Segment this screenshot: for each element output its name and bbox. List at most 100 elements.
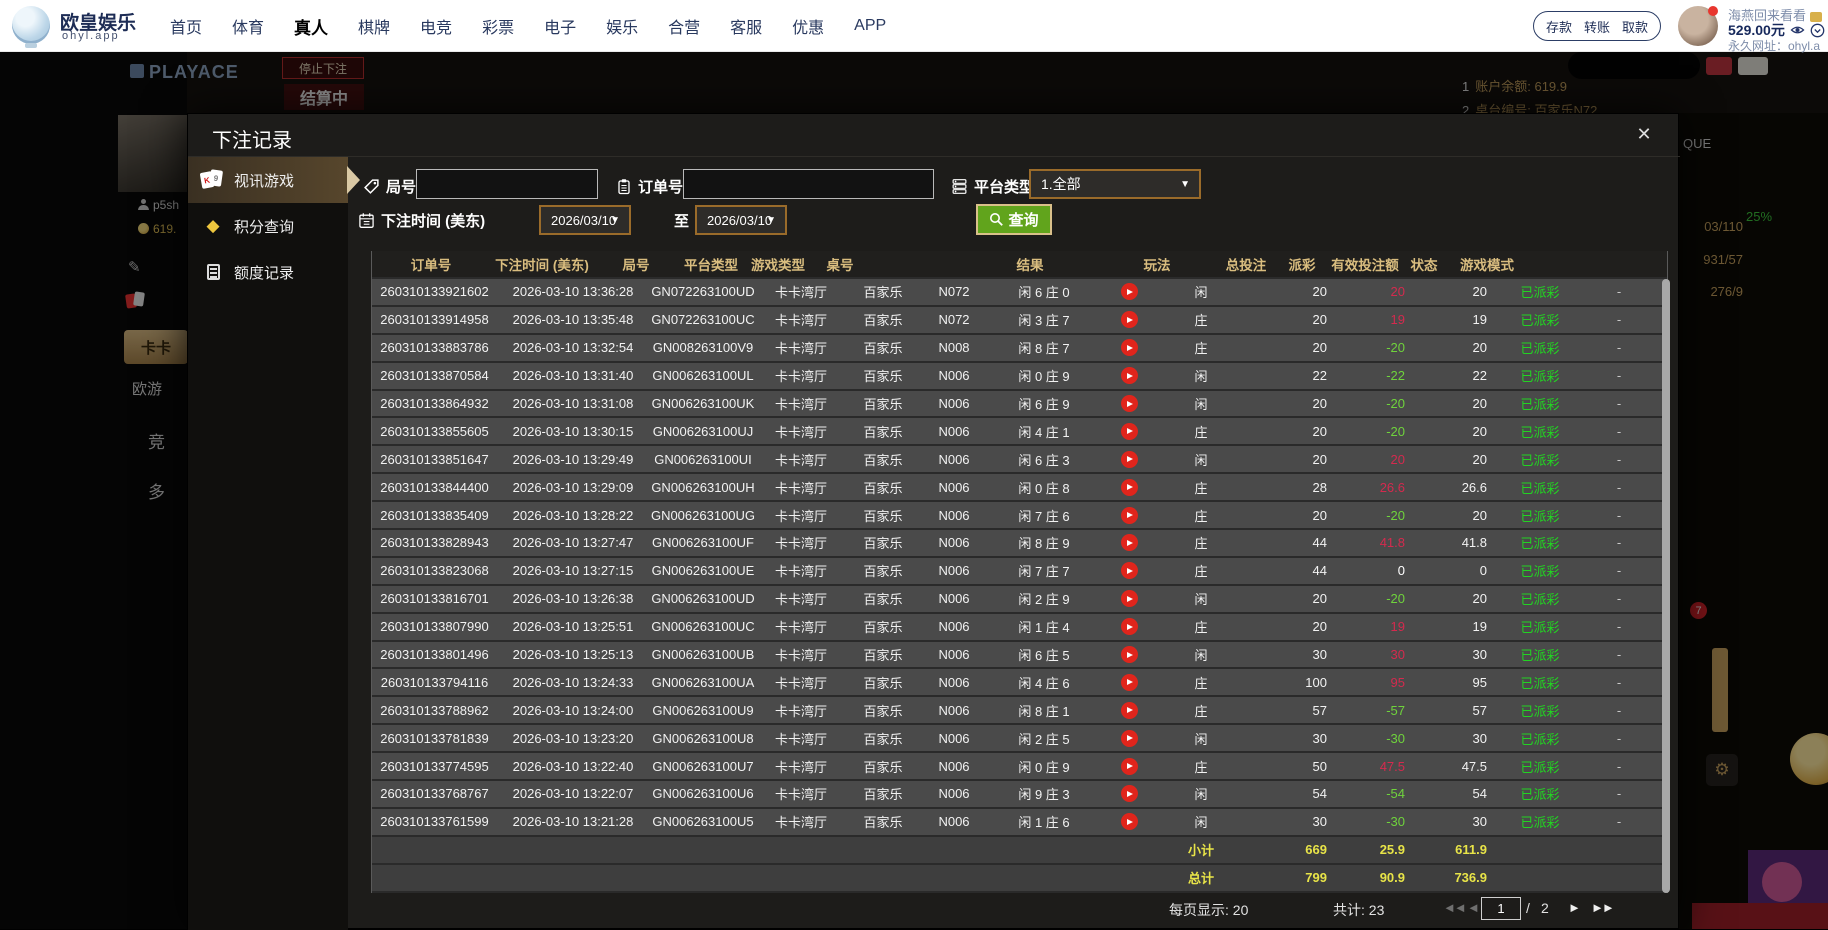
- replay-play-button[interactable]: [1121, 674, 1138, 691]
- cell-payout: 20: [1343, 279, 1421, 305]
- cell-game-mode: -: [1577, 753, 1661, 779]
- eye-icon[interactable]: [1790, 24, 1805, 36]
- cell-total-bet: 28: [1245, 474, 1343, 500]
- refresh-balance-icon[interactable]: [1810, 23, 1825, 38]
- close-icon[interactable]: [1632, 122, 1656, 146]
- cell-table-no: N006: [921, 809, 987, 835]
- nav-item-合营[interactable]: 合营: [668, 14, 700, 38]
- cell-order-no: 260310133835409: [372, 502, 497, 528]
- round-no-input[interactable]: [416, 169, 598, 199]
- cell-game-mode: -: [1577, 363, 1661, 389]
- replay-play-button[interactable]: [1121, 702, 1138, 719]
- cell-order-no: 260310133851647: [372, 446, 497, 472]
- column-header: 订单号: [372, 251, 490, 277]
- replay-play-button[interactable]: [1121, 785, 1138, 802]
- cell-bet-time: 2026-03-10 13:24:00: [497, 697, 649, 723]
- replay-play-button[interactable]: [1121, 507, 1138, 524]
- total-count-label: 共计: 23: [1333, 900, 1384, 920]
- cell-game-mode: -: [1577, 586, 1661, 612]
- cell-total-bet: 20: [1245, 335, 1343, 361]
- cell-result: 闲 2 庄 5: [987, 725, 1101, 751]
- replay-play-button[interactable]: [1121, 283, 1138, 300]
- cell-payout: 20: [1343, 446, 1421, 472]
- cell-game-type: 百家乐: [845, 446, 921, 472]
- replay-play-button[interactable]: [1121, 367, 1138, 384]
- replay-play-button[interactable]: [1121, 730, 1138, 747]
- user-avatar[interactable]: [1678, 6, 1718, 46]
- next-page-icon[interactable]: ►: [1568, 900, 1579, 915]
- cell-play-type: 庄: [1157, 335, 1245, 361]
- wallet-button-存款[interactable]: 存款: [1546, 17, 1572, 36]
- replay-play-button[interactable]: [1121, 451, 1138, 468]
- nav-item-真人[interactable]: 真人: [294, 14, 328, 39]
- table-row: 2603101337745952026-03-10 13:22:40GN0062…: [372, 753, 1667, 781]
- replay-play-button[interactable]: [1121, 311, 1138, 328]
- cell-result: 闲 6 庄 9: [987, 391, 1101, 417]
- replay-play-button[interactable]: [1121, 479, 1138, 496]
- cell-total-bet: 22: [1245, 363, 1343, 389]
- subtotal-cell: [1503, 837, 1577, 863]
- nav-item-APP[interactable]: APP: [854, 17, 886, 35]
- date-from-select[interactable]: 2026/03/10: [539, 205, 631, 235]
- cell-platform: 卡卡湾厅: [757, 697, 845, 723]
- cell-round-no: GN006263100UG: [649, 502, 757, 528]
- page-number-input[interactable]: [1481, 897, 1521, 920]
- wallet-button-取款[interactable]: 取款: [1622, 17, 1648, 36]
- table-row: 2603101338079902026-03-10 13:25:51GN0062…: [372, 614, 1667, 642]
- nav-item-优惠[interactable]: 优惠: [792, 14, 824, 38]
- replay-play-button[interactable]: [1121, 423, 1138, 440]
- column-header: 总投注: [1218, 251, 1274, 277]
- grand-total-cell: [757, 865, 845, 891]
- nav-item-体育[interactable]: 体育: [232, 14, 264, 38]
- nav-item-客服[interactable]: 客服: [730, 14, 762, 38]
- replay-play-button[interactable]: [1121, 618, 1138, 635]
- nav-item-棋牌[interactable]: 棋牌: [358, 14, 390, 38]
- grand-total-cell: [649, 865, 757, 891]
- cell-table-no: N006: [921, 418, 987, 444]
- nav-item-电子[interactable]: 电子: [544, 14, 576, 38]
- nav-item-电竞[interactable]: 电竞: [420, 14, 452, 38]
- cell-game-mode: -: [1577, 307, 1661, 333]
- cell-round-no: GN006263100U5: [649, 809, 757, 835]
- cell-platform: 卡卡湾厅: [757, 474, 845, 500]
- replay-play-button[interactable]: [1121, 534, 1138, 551]
- cell-table-no: N006: [921, 614, 987, 640]
- cell-play-type: 庄: [1157, 669, 1245, 695]
- cell-status: 已派彩: [1503, 474, 1577, 500]
- date-to-select[interactable]: 2026/03/10: [695, 205, 787, 235]
- prev-page-icon[interactable]: ◄: [1467, 900, 1478, 915]
- last-page-icon[interactable]: ►►: [1591, 900, 1613, 915]
- subtotal-cell: [497, 837, 649, 863]
- sidebar-item-2[interactable]: 额度记录: [188, 249, 348, 295]
- replay-play-button[interactable]: [1121, 758, 1138, 775]
- sidebar-item-1[interactable]: ◆积分查询: [188, 203, 348, 249]
- cell-order-no: 260310133768767: [372, 781, 497, 807]
- wallet-button-转账[interactable]: 转账: [1584, 17, 1610, 36]
- replay-play-button[interactable]: [1121, 395, 1138, 412]
- table-row: 2603101337687672026-03-10 13:22:07GN0062…: [372, 781, 1667, 809]
- replay-play-button[interactable]: [1121, 813, 1138, 830]
- cell-round-no: GN006263100U7: [649, 753, 757, 779]
- first-page-icon[interactable]: ◄◄: [1443, 900, 1465, 915]
- replay-play-button[interactable]: [1121, 590, 1138, 607]
- nav-item-首页[interactable]: 首页: [170, 14, 202, 38]
- nav-item-娱乐[interactable]: 娱乐: [606, 14, 638, 38]
- replay-play-button[interactable]: [1121, 339, 1138, 356]
- subtotal-cell: [757, 837, 845, 863]
- modal-title: 下注记录: [212, 124, 292, 153]
- order-no-input[interactable]: [683, 169, 934, 199]
- replay-play-button[interactable]: [1121, 562, 1138, 579]
- nav-item-彩票[interactable]: 彩票: [482, 14, 514, 38]
- platform-type-select[interactable]: 1.全部: [1029, 169, 1201, 199]
- cell-bet-time: 2026-03-10 13:32:54: [497, 335, 649, 361]
- column-header: 派彩: [1274, 251, 1330, 277]
- replay-play-button[interactable]: [1121, 646, 1138, 663]
- cell-total-bet: 54: [1245, 781, 1343, 807]
- search-button[interactable]: 查询: [976, 204, 1052, 235]
- cell-order-no: 260310133774595: [372, 753, 497, 779]
- table-scrollbar[interactable]: [1662, 279, 1670, 893]
- subtotal-cell: [987, 837, 1101, 863]
- sidebar-item-0[interactable]: 9K视讯游戏: [188, 157, 348, 203]
- cell-table-no: N006: [921, 725, 987, 751]
- cell-game-mode: -: [1577, 502, 1661, 528]
